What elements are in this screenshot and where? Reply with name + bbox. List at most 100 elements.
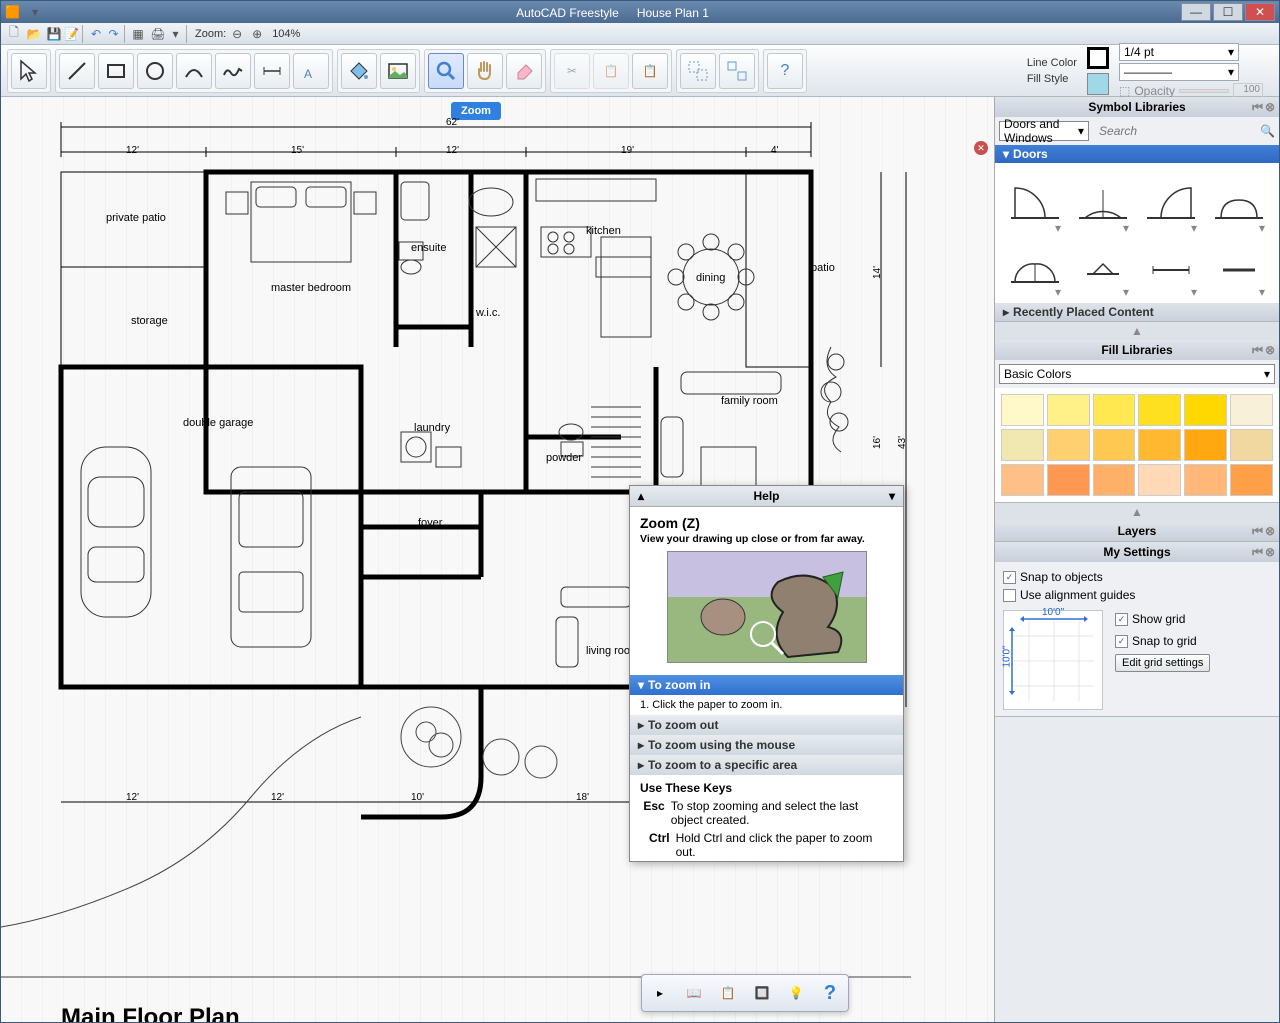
door-symbol-4[interactable]: ▾ xyxy=(1207,171,1271,231)
door-symbol-7[interactable]: ▾ xyxy=(1139,235,1203,295)
close-panel-icon[interactable]: ⊗ xyxy=(1265,343,1275,358)
canvas[interactable]: Zoom ✕ 62' 12' 15' 12' 19' 4' 14' 43' 16… xyxy=(1,97,994,1022)
dropdown-icon[interactable]: ▾ xyxy=(26,3,44,21)
arc-tool[interactable] xyxy=(176,53,212,89)
collapse-up-icon[interactable]: ▲ xyxy=(995,322,1279,340)
color-swatch[interactable] xyxy=(1001,394,1044,426)
prev-icon[interactable]: ⏮ xyxy=(1252,545,1263,560)
book-icon[interactable]: 📖 xyxy=(680,979,708,1007)
preview-icon[interactable]: ▾ xyxy=(169,25,187,43)
color-swatch[interactable] xyxy=(1093,429,1136,461)
color-swatch[interactable] xyxy=(1230,464,1273,496)
doors-section-header[interactable]: ▾Doors xyxy=(995,145,1279,163)
cut-tool[interactable]: ✂ xyxy=(554,53,590,89)
color-swatch[interactable] xyxy=(1138,429,1181,461)
collapse-icon[interactable]: ▴ xyxy=(638,489,644,503)
panel-close-icon[interactable]: ✕ xyxy=(974,141,988,155)
color-swatch[interactable] xyxy=(1184,464,1227,496)
collapse-up-icon[interactable]: ▲ xyxy=(995,503,1279,521)
close-button[interactable]: ✕ xyxy=(1245,3,1275,21)
ungroup-tool[interactable] xyxy=(719,53,755,89)
door-symbol-6[interactable]: ▾ xyxy=(1071,235,1135,295)
color-swatch[interactable] xyxy=(1001,429,1044,461)
color-swatch[interactable] xyxy=(1184,394,1227,426)
color-swatch[interactable] xyxy=(1184,429,1227,461)
circle-tool[interactable] xyxy=(137,53,173,89)
color-swatch[interactable] xyxy=(1001,464,1044,496)
symbol-search-input[interactable] xyxy=(1099,124,1256,138)
print-icon[interactable]: 🖨 xyxy=(149,25,167,43)
clipboard-icon[interactable]: 📋 xyxy=(714,979,742,1007)
symbol-libraries-header[interactable]: Symbol Libraries ⏮⊗ xyxy=(995,97,1279,117)
redo-icon[interactable]: ↷ xyxy=(107,25,125,43)
select-tool[interactable] xyxy=(11,53,47,89)
prev-icon[interactable]: ⏮ xyxy=(1252,343,1263,358)
prev-icon[interactable]: ⏮ xyxy=(1252,524,1263,539)
layers-header[interactable]: Layers ⏮⊗ xyxy=(995,521,1279,541)
snap-grid-checkbox[interactable]: ✓ xyxy=(1115,635,1128,648)
maximize-button[interactable]: ☐ xyxy=(1213,3,1243,21)
color-swatch[interactable] xyxy=(1093,464,1136,496)
new-icon[interactable]: 🗋 xyxy=(5,25,23,43)
door-symbol-2[interactable]: ▾ xyxy=(1071,171,1135,231)
opacity-slider[interactable] xyxy=(1179,89,1229,93)
color-swatch[interactable] xyxy=(1047,394,1090,426)
fill-color-swatch[interactable] xyxy=(1087,73,1109,95)
color-swatch[interactable] xyxy=(1047,464,1090,496)
line-weight-dropdown[interactable]: 1/4 pt▾ xyxy=(1119,43,1239,61)
fill-libraries-header[interactable]: Fill Libraries ⏮⊗ xyxy=(995,340,1279,360)
color-swatch[interactable] xyxy=(1047,429,1090,461)
zoom-tool[interactable] xyxy=(428,53,464,89)
door-symbol-3[interactable]: ▾ xyxy=(1139,171,1203,231)
my-settings-header[interactable]: My Settings ⏮⊗ xyxy=(995,542,1279,562)
zoom-percent[interactable]: 104% xyxy=(272,28,300,40)
snap-objects-checkbox[interactable]: ✓ xyxy=(1003,571,1016,584)
image-tool[interactable] xyxy=(380,53,416,89)
show-grid-checkbox[interactable]: ✓ xyxy=(1115,613,1128,626)
close-panel-icon[interactable]: ⊗ xyxy=(1265,100,1275,115)
edit-icon[interactable]: 📝 xyxy=(65,25,83,43)
text-tool[interactable]: A xyxy=(293,53,329,89)
line-style-dropdown[interactable]: ————▾ xyxy=(1119,63,1239,81)
minimize-button[interactable]: — xyxy=(1181,3,1211,21)
fill-category-dropdown[interactable]: Basic Colors▾ xyxy=(999,364,1275,384)
line-color-swatch[interactable] xyxy=(1087,47,1109,69)
help-section-zoom-mouse[interactable]: ▸To zoom using the mouse xyxy=(630,735,903,755)
lightbulb-icon[interactable]: 💡 xyxy=(782,979,810,1007)
edit-grid-button[interactable]: Edit grid settings xyxy=(1115,654,1210,672)
dimension-tool[interactable] xyxy=(254,53,290,89)
fill-tool[interactable] xyxy=(341,53,377,89)
door-symbol-1[interactable]: ▾ xyxy=(1003,171,1067,231)
play-icon[interactable]: ▸ xyxy=(646,979,674,1007)
zoom-in-icon[interactable]: ⊕ xyxy=(248,25,266,43)
door-symbol-8[interactable]: ▾ xyxy=(1207,235,1271,295)
blocks-icon[interactable]: 🔲 xyxy=(748,979,776,1007)
open-icon[interactable]: 📂 xyxy=(25,25,43,43)
grid-icon[interactable]: ▦ xyxy=(129,25,147,43)
help-section-zoom-in[interactable]: ▾To zoom in xyxy=(630,675,903,695)
symbol-category-dropdown[interactable]: Doors and Windows▾ xyxy=(999,121,1089,141)
undo-icon[interactable]: ↶ xyxy=(87,25,105,43)
help-tool[interactable]: ? xyxy=(767,53,803,89)
align-guides-checkbox[interactable] xyxy=(1003,589,1016,602)
prev-icon[interactable]: ⏮ xyxy=(1252,100,1263,115)
recent-content-header[interactable]: ▸Recently Placed Content xyxy=(995,303,1279,321)
search-icon[interactable]: 🔍 xyxy=(1260,124,1275,138)
copy-tool[interactable]: 📋 xyxy=(593,53,629,89)
rectangle-tool[interactable] xyxy=(98,53,134,89)
color-swatch[interactable] xyxy=(1093,394,1136,426)
color-swatch[interactable] xyxy=(1230,394,1273,426)
help-section-zoom-area[interactable]: ▸To zoom to a specific area xyxy=(630,755,903,775)
help-icon[interactable]: ? xyxy=(816,979,844,1007)
line-tool[interactable] xyxy=(59,53,95,89)
help-section-zoom-out[interactable]: ▸To zoom out xyxy=(630,715,903,735)
paste-tool[interactable]: 📋 xyxy=(632,53,668,89)
close-panel-icon[interactable]: ⊗ xyxy=(1265,524,1275,539)
save-icon[interactable]: 💾 xyxy=(45,25,63,43)
color-swatch[interactable] xyxy=(1138,394,1181,426)
close-panel-icon[interactable]: ⊗ xyxy=(1265,545,1275,560)
zoom-out-icon[interactable]: ⊖ xyxy=(228,25,246,43)
expand-icon[interactable]: ▾ xyxy=(889,489,895,503)
door-symbol-5[interactable]: ▾ xyxy=(1003,235,1067,295)
freehand-tool[interactable] xyxy=(215,53,251,89)
